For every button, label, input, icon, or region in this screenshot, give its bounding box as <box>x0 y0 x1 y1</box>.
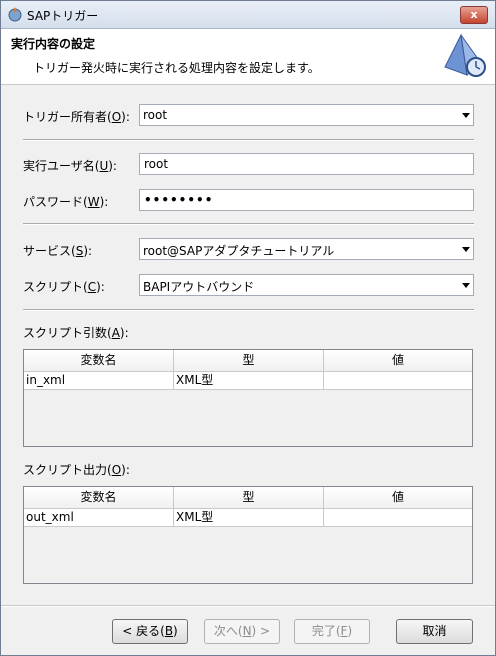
column-header-type[interactable]: 型 <box>174 487 324 508</box>
table-header: 変数名 型 値 <box>24 350 472 372</box>
chevron-down-icon[interactable] <box>458 105 473 125</box>
back-button[interactable]: < 戻る(B) <box>112 619 188 644</box>
table-row[interactable]: out_xml XML型 <box>24 509 472 527</box>
title-bar[interactable]: SAPトリガー x <box>1 1 495 29</box>
column-header-value[interactable]: 値 <box>324 487 472 508</box>
dialog-window: SAPトリガー x 実行内容の設定 トリガー発火時に実行される処理内容を設定しま… <box>0 0 496 656</box>
owner-value: root <box>143 108 168 122</box>
finish-button[interactable]: 完了(F) <box>294 619 370 644</box>
column-header-name[interactable]: 変数名 <box>24 487 174 508</box>
divider <box>23 309 474 311</box>
owner-label: トリガー所有者(O): <box>23 110 130 124</box>
chevron-down-icon[interactable] <box>458 275 473 295</box>
divider <box>23 223 474 225</box>
cell-name[interactable]: out_xml <box>24 509 174 526</box>
exec-user-input[interactable]: root <box>139 153 474 175</box>
password-label: パスワード(W): <box>23 195 109 209</box>
cell-type[interactable]: XML型 <box>174 372 324 389</box>
cell-value[interactable] <box>324 372 472 389</box>
script-output-label: スクリプト出力(O): <box>23 463 130 477</box>
wizard-header: 実行内容の設定 トリガー発火時に実行される処理内容を設定します。 <box>1 29 495 85</box>
app-logo-icon <box>8 7 22 22</box>
divider <box>1 605 495 607</box>
owner-select[interactable]: root <box>139 104 474 126</box>
close-button[interactable]: x <box>460 6 488 24</box>
window-title: SAPトリガー <box>27 9 99 23</box>
table-row[interactable]: in_xml XML型 <box>24 372 472 390</box>
service-label: サービス(S): <box>23 244 93 258</box>
service-value: root@SAPアダプタチュートリアル <box>143 244 335 258</box>
page-title: 実行内容の設定 <box>11 37 96 51</box>
script-args-table[interactable]: 変数名 型 値 in_xml XML型 <box>23 349 473 447</box>
divider <box>23 139 474 141</box>
password-input[interactable]: •••••••• <box>139 189 474 211</box>
script-output-table[interactable]: 変数名 型 値 out_xml XML型 <box>23 486 473 584</box>
script-label: スクリプト(C): <box>23 280 105 294</box>
close-icon: x <box>470 8 478 21</box>
column-header-type[interactable]: 型 <box>174 350 324 371</box>
script-select[interactable]: BAPIアウトバウンド <box>139 274 474 296</box>
pyramid-clock-icon <box>444 33 486 77</box>
cell-value[interactable] <box>324 509 472 526</box>
next-button[interactable]: 次へ(N) > <box>204 619 280 644</box>
exec-user-label: 実行ユーザ名(U): <box>23 159 117 173</box>
table-header: 変数名 型 値 <box>24 487 472 509</box>
cancel-button[interactable]: 取消 <box>396 619 473 644</box>
page-description: トリガー発火時に実行される処理内容を設定します。 <box>33 61 320 75</box>
script-value: BAPIアウトバウンド <box>143 280 255 294</box>
column-header-value[interactable]: 値 <box>324 350 472 371</box>
column-header-name[interactable]: 変数名 <box>24 350 174 371</box>
cell-type[interactable]: XML型 <box>174 509 324 526</box>
service-select[interactable]: root@SAPアダプタチュートリアル <box>139 238 474 260</box>
script-args-label: スクリプト引数(A): <box>23 326 129 340</box>
chevron-down-icon[interactable] <box>458 239 473 259</box>
cell-name[interactable]: in_xml <box>24 372 174 389</box>
